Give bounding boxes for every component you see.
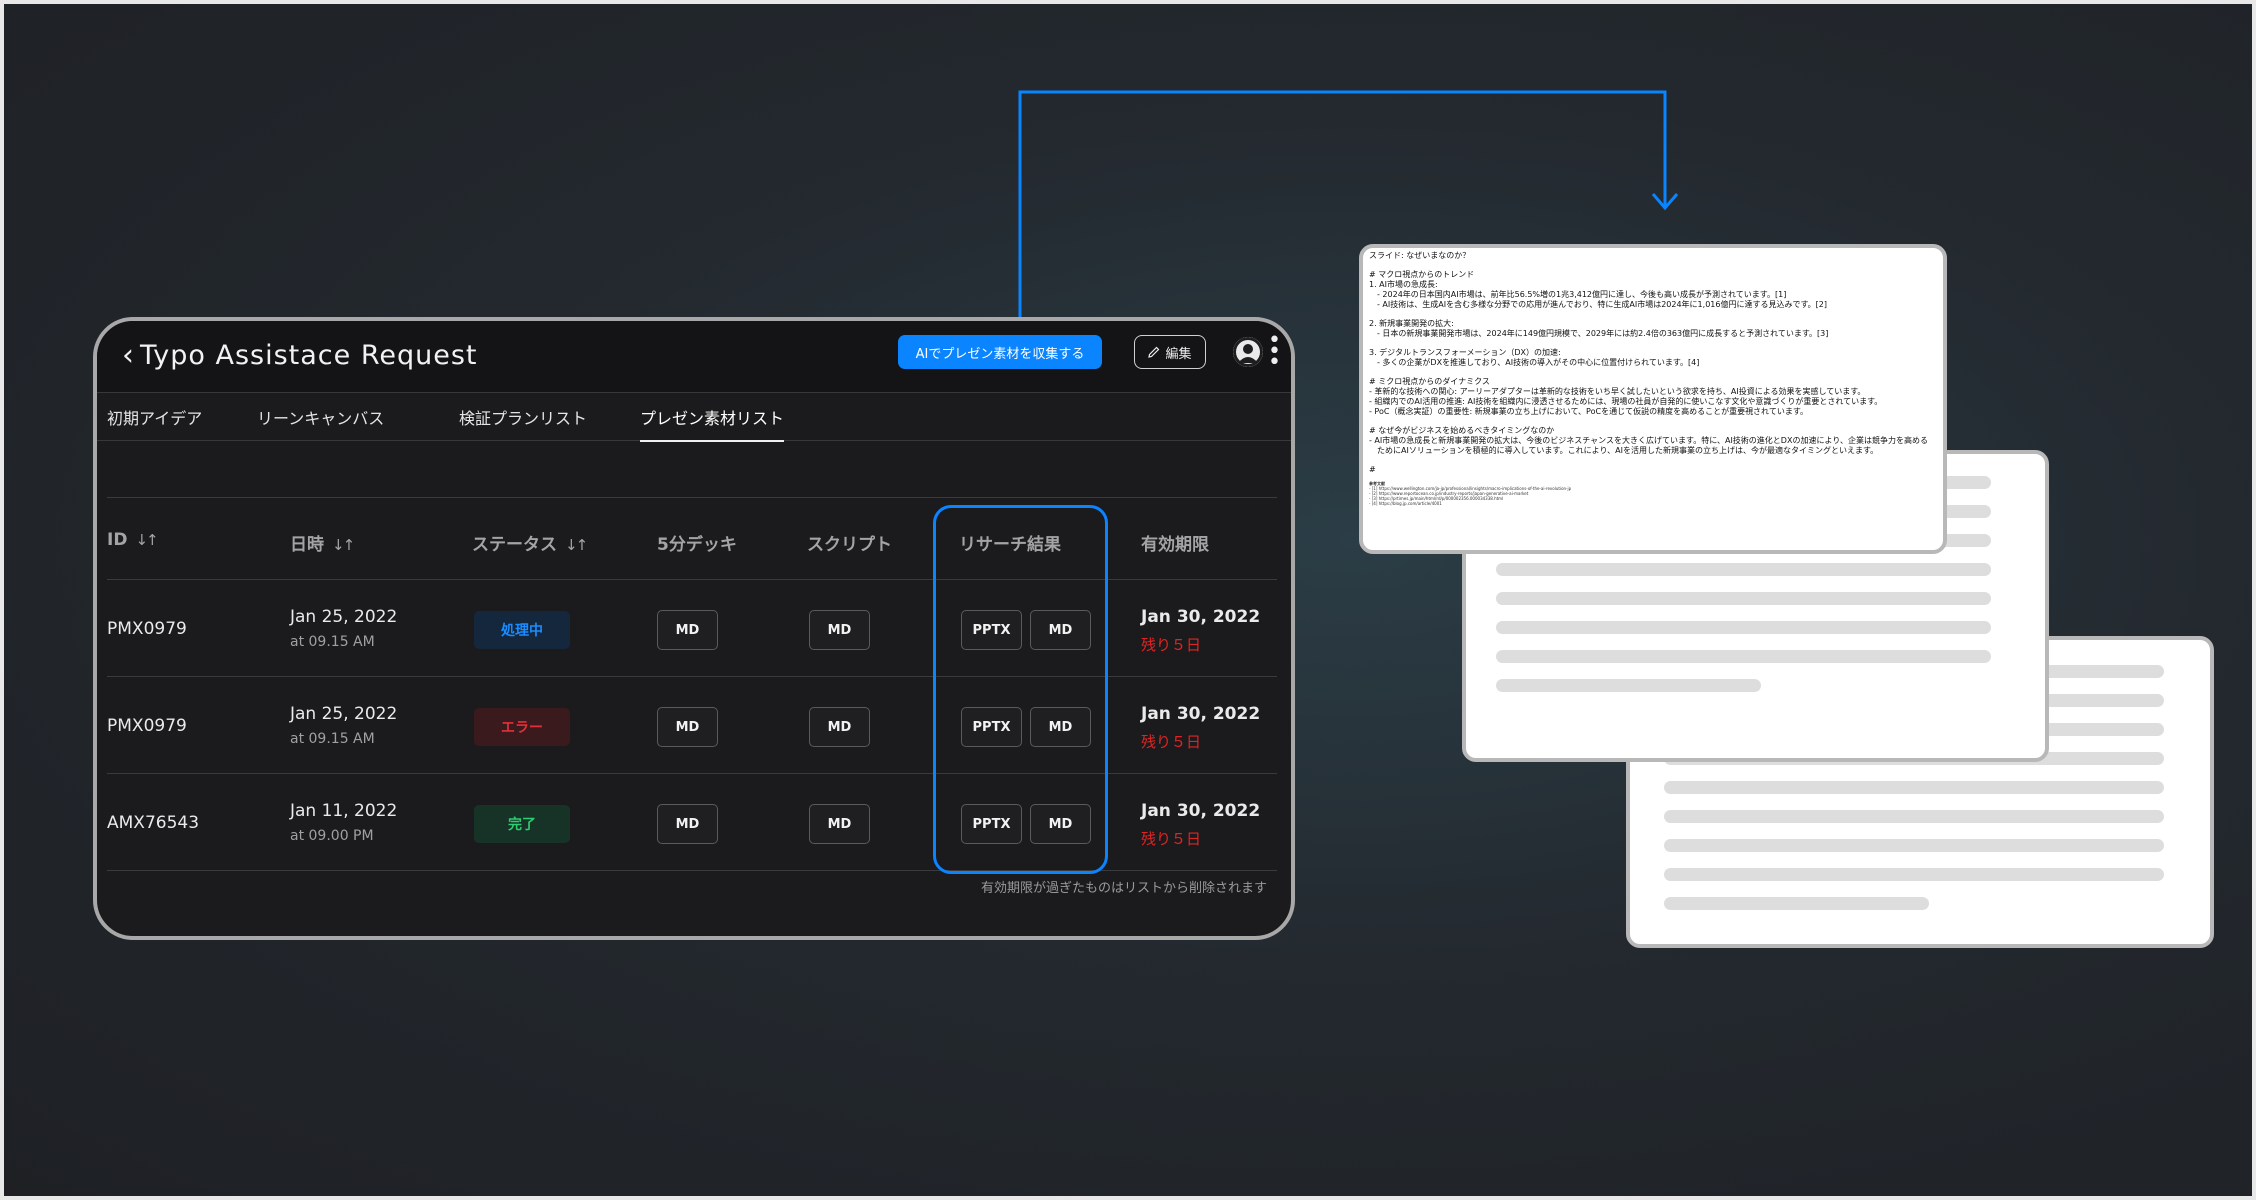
document-spacer [1369, 368, 1937, 377]
expiry-date: Jan 30, 2022 [1141, 607, 1261, 627]
document-line: - AI市場の急成長と新規事業開発の拡大は、今後のビジネスチャンスを大きく広げて… [1369, 436, 1928, 445]
ai-collect-button[interactable]: AIでプレゼン素材を収集する [898, 335, 1102, 369]
document-line: - 2024年の日本国内AI市場は、前年比56.5%増の1兆3,412億円に達し… [1369, 290, 1787, 299]
request-time: at 09.15 AM [290, 731, 375, 747]
table-divider [107, 497, 1277, 498]
tab-initial-idea[interactable]: 初期アイデア [107, 405, 202, 429]
document-spacer [1369, 456, 1937, 465]
tab-presentation-materials[interactable]: プレゼン素材リスト [640, 405, 785, 442]
pencil-icon [1148, 346, 1160, 358]
edit-button[interactable]: 編集 [1134, 335, 1206, 369]
expiry-date: Jan 30, 2022 [1141, 801, 1261, 821]
request-time: at 09.15 AM [290, 634, 375, 650]
back-chevron-icon[interactable]: ‹ [113, 341, 143, 371]
app-window: ‹ Typo Assistace Request AIでプレゼン素材を収集する … [93, 317, 1295, 940]
research-column-highlight [933, 505, 1108, 874]
request-id: PMX0979 [107, 619, 187, 639]
document-line: - 革新的な技術への関心: アーリーアダプターは革新的な技術をいち早く試したいと… [1369, 387, 1866, 396]
document-line: - PoC（概念実証）の重要性: 新規事業の立ち上げにおいて、PoCを通じて仮説… [1369, 407, 1809, 416]
deck-md-button[interactable]: MD [657, 610, 718, 650]
expiry-date: Jan 30, 2022 [1141, 704, 1261, 724]
document-line: # なぜ今がビジネスを始めるべきタイミングなのか [1369, 426, 1555, 435]
request-date: Jan 25, 2022 [290, 704, 398, 724]
request-date: Jan 11, 2022 [290, 801, 398, 821]
deck-md-button[interactable]: MD [657, 804, 718, 844]
document-spacer [1369, 310, 1937, 319]
script-md-button[interactable]: MD [809, 804, 870, 844]
document-line: # マクロ視点からのトレンド [1369, 270, 1475, 279]
column-header-expiry: 有効期限 [1141, 535, 1209, 555]
status-badge-error: エラー [474, 708, 570, 746]
script-md-button[interactable]: MD [809, 610, 870, 650]
request-date: Jan 25, 2022 [290, 607, 398, 627]
days-remaining: 残り５日 [1141, 636, 1202, 654]
deck-md-button[interactable]: MD [657, 707, 718, 747]
document-line: - 組織内でのAI活用の推進: AI技術を組織内に浸透させるためには、現場の社員… [1369, 397, 1883, 406]
more-vertical-icon[interactable]: • • • [1268, 330, 1281, 374]
document-spacer [1369, 261, 1937, 270]
document-line: スライド: なぜいまなのか？ [1369, 251, 1471, 260]
document-line: - AI技術は、生成AIを含む多様な分野での応用が進んでおり、特に生成AI市場は… [1369, 300, 1827, 309]
request-time: at 09.00 PM [290, 828, 374, 844]
days-remaining: 残り５日 [1141, 733, 1202, 751]
tab-bar: 初期アイデア リーンキャンバス 検証プランリスト プレゼン素材リスト [97, 393, 1291, 442]
page-title: Typo Assistace Request [140, 340, 478, 371]
edit-button-label: 編集 [1165, 346, 1192, 362]
status-badge-processing: 処理中 [474, 611, 570, 649]
document-line: 3. デジタルトランスフォーメーション（DX）の加速: [1369, 348, 1561, 357]
research-document-body: スライド: なぜいまなのか？ # マクロ視点からのトレンド 1. AI市場の急成長:… [1369, 251, 1937, 475]
tab-validation-plan[interactable]: 検証プランリスト [459, 405, 587, 429]
document-line: ためにAIソリューションを積極的に導入しています。これにより、AIを活用した新規… [1369, 446, 1879, 455]
days-remaining: 残り５日 [1141, 830, 1202, 848]
expiry-footnote: 有効期限が過ぎたものはリストから削除されます [980, 881, 1267, 896]
sort-icon[interactable]: ↓↑ [135, 531, 158, 549]
column-header-deck: 5分デッキ [657, 535, 737, 555]
script-md-button[interactable]: MD [809, 707, 870, 747]
document-spacer [1369, 339, 1937, 348]
column-header-id[interactable]: ID ↓↑ [107, 530, 159, 550]
column-header-status[interactable]: ステータス ↓↑ [472, 530, 588, 555]
avatar[interactable] [1233, 337, 1263, 367]
column-header-script: スクリプト [807, 535, 892, 555]
document-line: # ミクロ視点からのダイナミクス [1369, 377, 1490, 386]
request-id: AMX76543 [107, 813, 200, 833]
tab-lean-canvas[interactable]: リーンキャンバス [257, 405, 384, 429]
document-line: - 日本の新規事業開発市場は、2024年に149億円規模で、2029年には約2.… [1369, 329, 1829, 338]
sort-icon[interactable]: ↓↑ [565, 536, 588, 554]
reference-item: - [4] https://blog.jp.com/article/4001 [1369, 501, 1442, 506]
document-line: 1. AI市場の急成長: [1369, 280, 1438, 289]
row-divider [107, 870, 1277, 871]
request-id: PMX0979 [107, 716, 187, 736]
app-header: ‹ Typo Assistace Request AIでプレゼン素材を収集する … [97, 321, 1291, 393]
document-line: # [1369, 465, 1376, 474]
column-header-datetime[interactable]: 日時 ↓↑ [290, 530, 355, 555]
sort-icon[interactable]: ↓↑ [332, 536, 355, 554]
research-document: スライド: なぜいまなのか？ # マクロ視点からのトレンド 1. AI市場の急成長:… [1359, 244, 1947, 554]
document-line: 2. 新規事業開発の拡大: [1369, 319, 1454, 328]
document-spacer [1369, 417, 1937, 426]
document-line: - 多くの企業がDXを推進しており、AI技術の導入がその中心に位置付けられていま… [1369, 358, 1700, 367]
status-badge-done: 完了 [474, 805, 570, 843]
user-icon [1233, 337, 1263, 367]
